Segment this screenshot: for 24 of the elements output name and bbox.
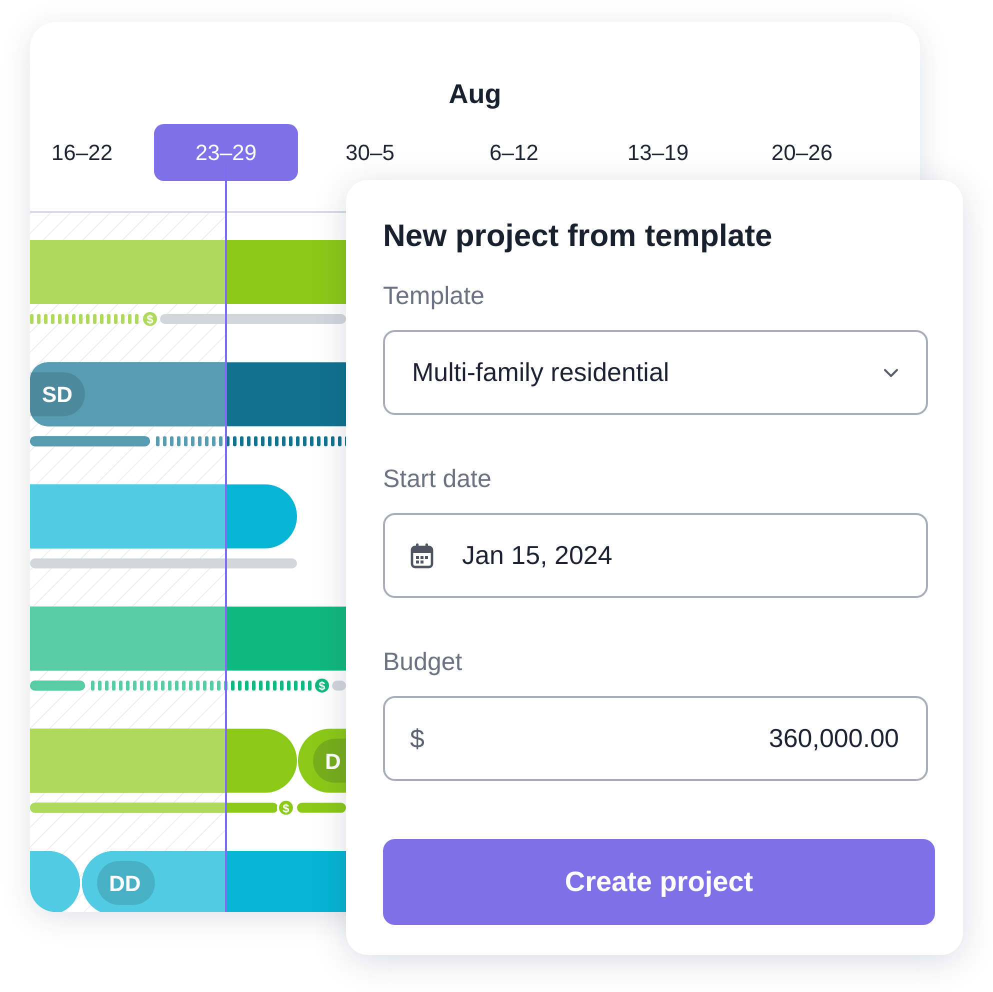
chevron-down-icon [883,368,899,378]
week-tab[interactable]: 13–19 [586,124,730,181]
budget-marker: $ [277,798,295,817]
phase-tag: D [313,738,346,783]
template-select[interactable]: Multi-family residential [383,330,928,415]
field-label: Template [383,281,486,312]
calendar-icon [410,542,434,568]
budget-marker: $ [313,676,331,695]
week-tab[interactable]: 16–22 [30,124,154,181]
week-tab[interactable]: 20–26 [730,124,874,181]
create-project-button[interactable]: Create project [383,839,935,925]
field-label: Start date [383,464,492,495]
budget-marker: $ [141,310,159,328]
gantt-bar [30,851,80,912]
week-tab[interactable]: 6–12 [442,124,586,181]
month-label: Aug [448,78,502,111]
field-label: Budget [383,647,464,678]
week-tab[interactable]: 30–5 [298,124,442,181]
dialog-title: New project from template [383,217,774,255]
week-tab[interactable]: 23–29 [154,124,298,181]
phase-tag: SD [30,372,85,416]
date-field[interactable]: Jan 15, 2024 [383,513,928,598]
currency-symbol: $ [410,722,424,755]
phase-tag: DD [97,861,155,905]
